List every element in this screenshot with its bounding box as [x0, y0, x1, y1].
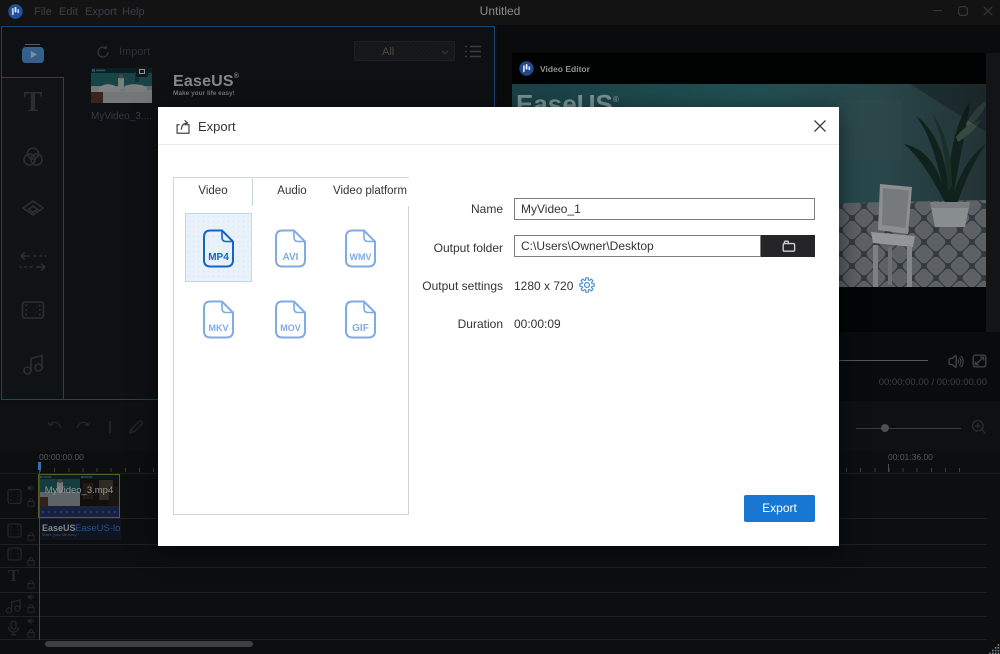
svg-text:MKV: MKV — [208, 323, 228, 333]
svg-text:GIF: GIF — [352, 323, 369, 334]
svg-text:MP4: MP4 — [208, 252, 229, 263]
svg-text:WMV: WMV — [350, 252, 372, 262]
svg-text:AVI: AVI — [283, 252, 299, 263]
svg-text:MOV: MOV — [280, 323, 301, 333]
